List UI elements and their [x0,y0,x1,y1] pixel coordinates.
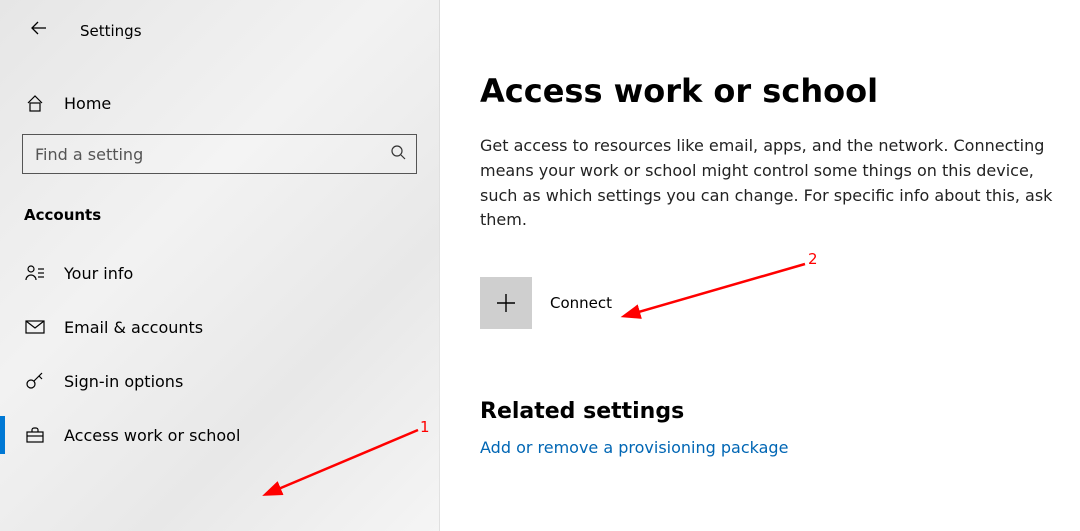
back-button[interactable] [24,16,54,46]
page-description: Get access to resources like email, apps… [480,134,1070,233]
person-icon [24,262,46,284]
mail-icon [24,316,46,338]
related-settings-heading: Related settings [480,399,1070,424]
home-label: Home [64,94,111,113]
page-heading: Access work or school [480,72,1070,110]
settings-sidebar: Settings Home Accounts [0,0,440,531]
search-input[interactable] [35,145,390,164]
nav-label: Email & accounts [64,318,203,337]
search-icon [390,144,406,164]
titlebar: Settings [0,16,439,58]
connect-label: Connect [550,294,612,312]
connect-button[interactable]: Connect [480,277,1070,329]
search-box[interactable] [22,134,417,174]
back-arrow-icon [29,18,49,44]
main-content: Access work or school Get access to reso… [440,0,1080,531]
nav-item-your-info[interactable]: Your info [0,246,439,300]
home-nav-item[interactable]: Home [0,80,439,126]
nav-item-email-accounts[interactable]: Email & accounts [0,300,439,354]
briefcase-icon [24,424,46,446]
nav-label: Access work or school [64,426,240,445]
nav-label: Your info [64,264,133,283]
app-title: Settings [80,22,142,40]
category-header: Accounts [0,192,439,240]
home-icon [24,92,46,114]
key-icon [24,370,46,392]
nav-item-access-work-school[interactable]: Access work or school [0,408,439,462]
provisioning-package-link[interactable]: Add or remove a provisioning package [480,438,1070,457]
nav-label: Sign-in options [64,372,183,391]
plus-icon [480,277,532,329]
nav-list: Your info Email & accounts Sign-in optio… [0,246,439,462]
nav-item-sign-in-options[interactable]: Sign-in options [0,354,439,408]
